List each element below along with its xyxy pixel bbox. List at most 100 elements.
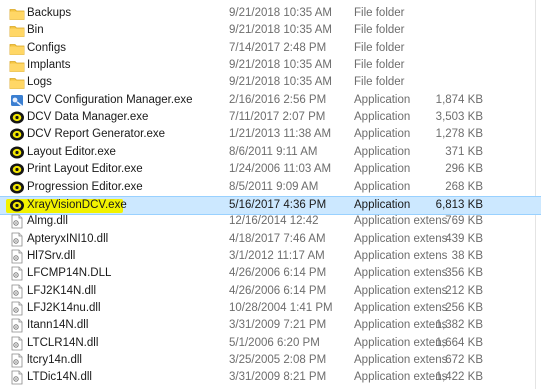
date-modified: 7/14/2017 2:48 PM: [229, 41, 327, 54]
date-modified: 1/24/2006 11:03 AM: [229, 163, 332, 176]
file-row[interactable]: Almg.dll 12/16/2014 12:42 Application exte…: [0, 213, 541, 230]
file-name: LFJ2K14nu.dll: [27, 301, 101, 314]
file-row[interactable]: Bin 9/21/2018 10:35 AM File folder: [0, 22, 541, 39]
date-modified: 4/18/2017 7:46 AM: [229, 232, 326, 245]
file-type: Application extens: [354, 284, 448, 297]
file-type: File folder: [354, 24, 405, 37]
file-name: ApteryxINI10.dll: [27, 232, 109, 245]
date-modified: 1/21/2013 11:38 AM: [229, 128, 332, 141]
file-row[interactable]: Itann14N.dll 3/31/2009 7:21 PM Application…: [0, 317, 541, 334]
file-row[interactable]: LFJ2K14nu.dll 10/28/2004 1:41 PM Applicati…: [0, 300, 541, 317]
folder-icon: [9, 23, 25, 38]
file-name: Itann14N.dll: [27, 319, 89, 332]
file-name: XrayVisionDCV.exe: [27, 198, 127, 211]
file-size: 6,813 KB: [435, 198, 483, 211]
folder-icon: [9, 6, 25, 21]
file-size: 212 KB: [445, 284, 483, 297]
file-row[interactable]: Layout Editor.exe 8/6/2011 9:11 AM Applica…: [0, 144, 541, 161]
date-modified: 9/21/2018 10:35 AM: [229, 59, 332, 72]
file-row[interactable]: DCV Report Generator.exe 1/21/2013 11:38 …: [0, 126, 541, 143]
file-row[interactable]: DCV Data Manager.exe 7/11/2017 2:07 PM App…: [0, 109, 541, 126]
file-size: 3,503 KB: [435, 111, 483, 124]
file-row[interactable]: Implants 9/21/2018 10:35 AM File folder: [0, 57, 541, 74]
date-modified: 3/1/2012 11:17 AM: [229, 249, 325, 262]
file-row[interactable]: LTCLR14N.dll 5/1/2006 6:20 PM Application …: [0, 335, 541, 352]
file-name: Implants: [27, 59, 71, 72]
file-row[interactable]: Configs 7/14/2017 2:48 PM File folder: [0, 40, 541, 57]
file-type: Application extens: [354, 232, 448, 245]
file-name: Progression Editor.exe: [27, 180, 143, 193]
file-row[interactable]: DCV Configuration Manager.exe 2/16/2016 2…: [0, 92, 541, 109]
file-type: Application: [354, 128, 411, 141]
file-row[interactable]: Backups 9/21/2018 10:35 AM File folder: [0, 5, 541, 22]
file-type: File folder: [354, 59, 405, 72]
file-type: File folder: [354, 41, 405, 54]
file-size: 1,382 KB: [435, 319, 483, 332]
file-type: Application: [354, 93, 411, 106]
date-modified: 9/21/2018 10:35 AM: [229, 24, 332, 37]
dll-file-icon: [9, 370, 25, 385]
file-row[interactable]: Print Layout Editor.exe 1/24/2006 11:03 A…: [0, 161, 541, 178]
date-modified: 9/21/2018 10:35 AM: [229, 76, 332, 89]
file-row[interactable]: ltcry14n.dll 3/25/2005 2:08 PM Application…: [0, 352, 541, 369]
folder-icon: [9, 75, 25, 90]
file-size: 256 KB: [445, 301, 483, 314]
file-type: File folder: [354, 76, 405, 89]
file-name: Almg.dll: [27, 215, 68, 228]
file-size: 672 KB: [445, 354, 483, 366]
config-app-icon: [9, 93, 25, 108]
date-modified: 7/11/2017 2:07 PM: [229, 111, 326, 124]
file-name: LTDic14N.dll: [27, 371, 92, 384]
dll-file-icon: [9, 284, 25, 299]
date-modified: 8/5/2011 9:09 AM: [229, 180, 319, 193]
file-name: DCV Report Generator.exe: [27, 128, 166, 141]
file-row[interactable]: Hl7Srv.dll 3/1/2012 11:17 AM Application e…: [0, 248, 541, 265]
file-type: Application extens: [354, 371, 448, 384]
dll-file-icon: [9, 266, 25, 281]
date-modified: 4/26/2006 6:14 PM: [229, 284, 327, 297]
file-row[interactable]: Progression Editor.exe 8/5/2011 9:09 AM Ap…: [0, 179, 541, 196]
dll-file-icon: [9, 301, 25, 316]
file-type: Application extens: [354, 319, 448, 332]
date-modified: 5/16/2017 4:36 PM: [229, 198, 327, 211]
file-size: 1,664 KB: [435, 336, 483, 349]
file-name: Layout Editor.exe: [27, 145, 116, 158]
file-size: 296 KB: [445, 163, 483, 176]
date-modified: 12/16/2014 12:42: [229, 215, 319, 228]
file-size: 439 KB: [445, 232, 483, 245]
file-name: LFJ2K14N.dll: [27, 284, 97, 297]
file-size: 1,874 KB: [435, 93, 483, 106]
file-size: 38 KB: [451, 249, 483, 262]
file-type: Application extens: [354, 301, 448, 314]
dll-file-icon: [9, 214, 25, 229]
file-name: ltcry14n.dll: [27, 354, 82, 366]
file-name: DCV Configuration Manager.exe: [27, 93, 193, 106]
file-size: 371 KB: [445, 145, 483, 158]
file-row[interactable]: LFCMP14N.DLL 4/26/2006 6:14 PM Application…: [0, 265, 541, 282]
file-type: Application extens: [354, 215, 448, 228]
file-row[interactable]: ApteryxINI10.dll 4/18/2017 7:46 AM Applica…: [0, 231, 541, 248]
dll-file-icon: [9, 232, 25, 247]
date-modified: 3/31/2009 8:21 PM: [229, 371, 327, 384]
file-name: Configs: [27, 41, 66, 54]
file-row[interactable]: LFJ2K14N.dll 4/26/2006 6:14 PM Application…: [0, 283, 541, 300]
file-type: Application: [354, 145, 411, 158]
file-size: 1,422 KB: [435, 371, 483, 384]
file-row-selected[interactable]: XrayVisionDCV.exe 5/16/2017 4:36 PM Applic…: [0, 195, 541, 215]
dll-file-icon: [9, 249, 25, 264]
file-type: Application extens: [354, 354, 448, 366]
file-row[interactable]: LTDic14N.dll 3/31/2009 8:21 PM Application…: [0, 369, 541, 386]
file-name: Hl7Srv.dll: [27, 249, 76, 262]
file-row[interactable]: Logs 9/21/2018 10:35 AM File folder: [0, 74, 541, 91]
file-name: Bin: [27, 24, 44, 37]
file-type: Application extens: [354, 336, 448, 349]
file-type: Application: [354, 163, 411, 176]
folder-icon: [9, 41, 25, 56]
dll-file-icon: [9, 318, 25, 333]
xray-app-icon: [9, 180, 25, 195]
date-modified: 5/1/2006 6:20 PM: [229, 336, 320, 349]
file-size: 268 KB: [445, 180, 483, 193]
file-type: Application: [354, 180, 411, 193]
file-name: Print Layout Editor.exe: [27, 163, 143, 176]
dll-file-icon: [9, 336, 25, 351]
